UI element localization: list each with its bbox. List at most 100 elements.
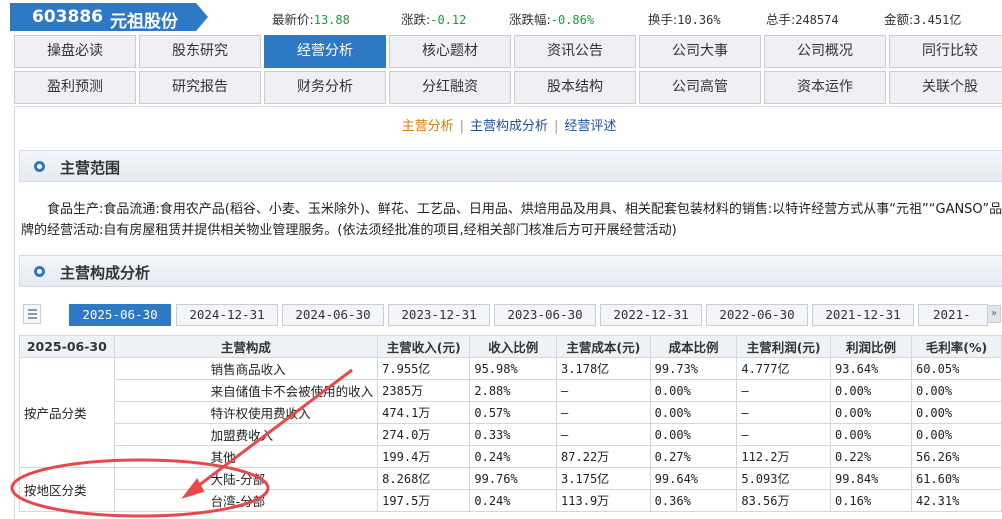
item-cell: 销售商品收入 [113,357,379,380]
nav-item-peer-comparison[interactable]: 同行比较 [889,35,1002,68]
nav-item-news-announcements[interactable]: 资讯公告 [514,35,636,68]
column-header: 主营利润(元) [736,335,831,358]
date-tab[interactable]: 2022-06-30 [706,304,808,326]
table-cell: 61.60% [910,467,1002,490]
table-cell: 112.2万 [736,445,831,468]
column-header: 毛利率(%) [910,335,1002,358]
section-title: 主营构成分析 [60,264,151,282]
table-row: 台湾-分部 197.5万 0.24% 113.9万 0.36% 83.56万 0… [20,489,1002,512]
table-cell: 0.00% [649,423,738,446]
table-header-row: 2025-06-30 主营构成 主营收入(元) 收入比例 主营成本(元) 成本比… [19,335,1002,358]
nav-item-business-analysis[interactable]: 经营分析 [264,35,386,68]
section-title: 主营范围 [60,159,121,177]
column-header: 主营收入(元) [377,335,471,358]
column-header: 主营构成 [113,335,379,358]
table-cell: 0.00% [910,379,1002,402]
table-cell: 7.955亿 [377,357,471,380]
content-panel: 主营分析 | 主营构成分析 | 经营评述 主营范围 食品生产:食品流通:食用农产品(稻谷… [14,106,1002,519]
table-cell: 0.57% [469,401,558,424]
nav-row-2: 盈利预测 研究报告 财务分析 分红融资 股本结构 公司高管 资本运作 关联个股 [14,71,1002,104]
date-tab[interactable]: 2023-12-31 [388,304,490,326]
table-cell: — [556,401,651,424]
bullet-icon [34,161,45,172]
subnav-separator: | [459,119,464,134]
date-tab[interactable]: 2025-06-30 [69,304,171,326]
table-cell: 0.00% [910,423,1002,446]
table-cell: 0.24% [469,489,558,512]
table-cell: 0.22% [829,445,912,468]
nav-item-dividends-financing[interactable]: 分红融资 [389,71,511,104]
table-cell: 0.16% [829,489,912,512]
table-cell: 197.5万 [377,489,471,512]
table-cell: 87.22万 [556,445,651,468]
nav-item-trading-guide[interactable]: 操盘必读 [14,35,136,68]
table-cell: 113.9万 [556,489,651,512]
table-cell: 60.05% [910,357,1002,380]
column-header: 2025-06-30 [19,335,115,358]
section-header-scope: 主营范围 [19,150,1002,182]
table-cell: 83.56万 [736,489,831,512]
quote-change-pct: 涨跌幅:-0.86% [509,12,595,27]
nav-item-related-stocks[interactable]: 关联个股 [889,71,1002,104]
table-cell: 56.26% [910,445,1002,468]
nav-item-research-reports[interactable]: 研究报告 [139,71,261,104]
subnav-composition[interactable]: 主营构成分析 [470,119,548,134]
table-cell: 0.00% [649,379,738,402]
stock-code: 603886 [32,7,103,27]
table-cell: 199.4万 [377,445,471,468]
nav-item-core-topics[interactable]: 核心题材 [389,35,511,68]
item-cell: 特许权使用费收入 [113,401,379,424]
table-cell: — [736,423,831,446]
quote-turnover: 换手:10.36% [648,12,721,27]
bullet-icon [34,266,45,277]
table-cell: 0.24% [469,445,558,468]
date-tab[interactable]: 2021-06- [918,304,988,326]
table-cell: 2.88% [469,379,558,402]
nav-item-financial-analysis[interactable]: 财务分析 [264,71,386,104]
item-cell: 加盟费收入 [113,423,379,446]
table-cell: — [736,401,831,424]
date-tab[interactable]: 2022-12-31 [600,304,702,326]
nav-item-share-structure[interactable]: 股本结构 [514,71,636,104]
table-cell: — [556,379,651,402]
nav-item-capital-operations[interactable]: 资本运作 [764,71,886,104]
table-row: 来自储值卡不会被使用的收入 2385万 2.88% — 0.00% — 0.00… [20,379,1002,402]
subnav-main-business[interactable]: 主营分析 [402,119,454,134]
sub-nav: 主营分析 | 主营构成分析 | 经营评述 [15,115,1002,134]
nav-item-executives[interactable]: 公司高管 [639,71,761,104]
table-row: 加盟费收入 274.0万 0.33% — 0.00% — 0.00% 0.00% [20,423,1002,446]
nav-item-earnings-forecast[interactable]: 盈利预测 [14,71,136,104]
table-cell: 99.73% [649,357,738,380]
date-tab[interactable]: 2021-12-31 [812,304,914,326]
nav-row-1: 操盘必读 股东研究 经营分析 核心题材 资讯公告 公司大事 公司概况 同行比较 [14,35,1002,68]
chevron-right-icon[interactable]: » [987,305,1001,323]
item-cell: 台湾-分部 [113,489,379,512]
stock-badge: 603886 元祖股份 [10,3,208,32]
table-cell: 42.31% [910,489,1002,512]
table-cell: 0.00% [829,423,912,446]
nav-item-company-events[interactable]: 公司大事 [639,35,761,68]
item-cell: 大陆-分部 [113,467,379,490]
date-tab[interactable]: 2024-06-30 [282,304,384,326]
table-cell: 3.175亿 [556,467,651,490]
date-tab[interactable]: 2023-06-30 [494,304,596,326]
quote-amount: 金额:3.451亿 [884,12,962,27]
date-tab[interactable]: 2024-12-31 [176,304,278,326]
list-icon[interactable] [23,304,41,324]
composition-table: 2025-06-30 主营构成 主营收入(元) 收入比例 主营成本(元) 成本比… [19,335,1002,512]
nav-item-company-overview[interactable]: 公司概况 [764,35,886,68]
nav-item-shareholder-research[interactable]: 股东研究 [139,35,261,68]
quote-last-price: 最新价:13.88 [272,12,350,27]
subnav-review[interactable]: 经营评述 [564,119,616,134]
table-cell: 93.64% [829,357,912,380]
table-cell: 274.0万 [377,423,471,446]
quote-header: 603886 元祖股份 最新价:13.88 涨跌:-0.12 涨跌幅:-0.86… [0,0,1002,34]
subnav-separator: | [554,119,559,134]
category-cell: 按产品分类 [19,357,115,468]
date-tabs: 2025-06-30 2024-12-31 2024-06-30 2023-12… [19,304,1002,326]
item-cell: 其他 [113,445,379,468]
column-header: 利润比例 [829,335,912,358]
table-cell: 5.093亿 [736,467,831,490]
table-row: 特许权使用费收入 474.1万 0.57% — 0.00% — 0.00% 0.… [20,401,1002,424]
table-cell: 0.00% [649,401,738,424]
